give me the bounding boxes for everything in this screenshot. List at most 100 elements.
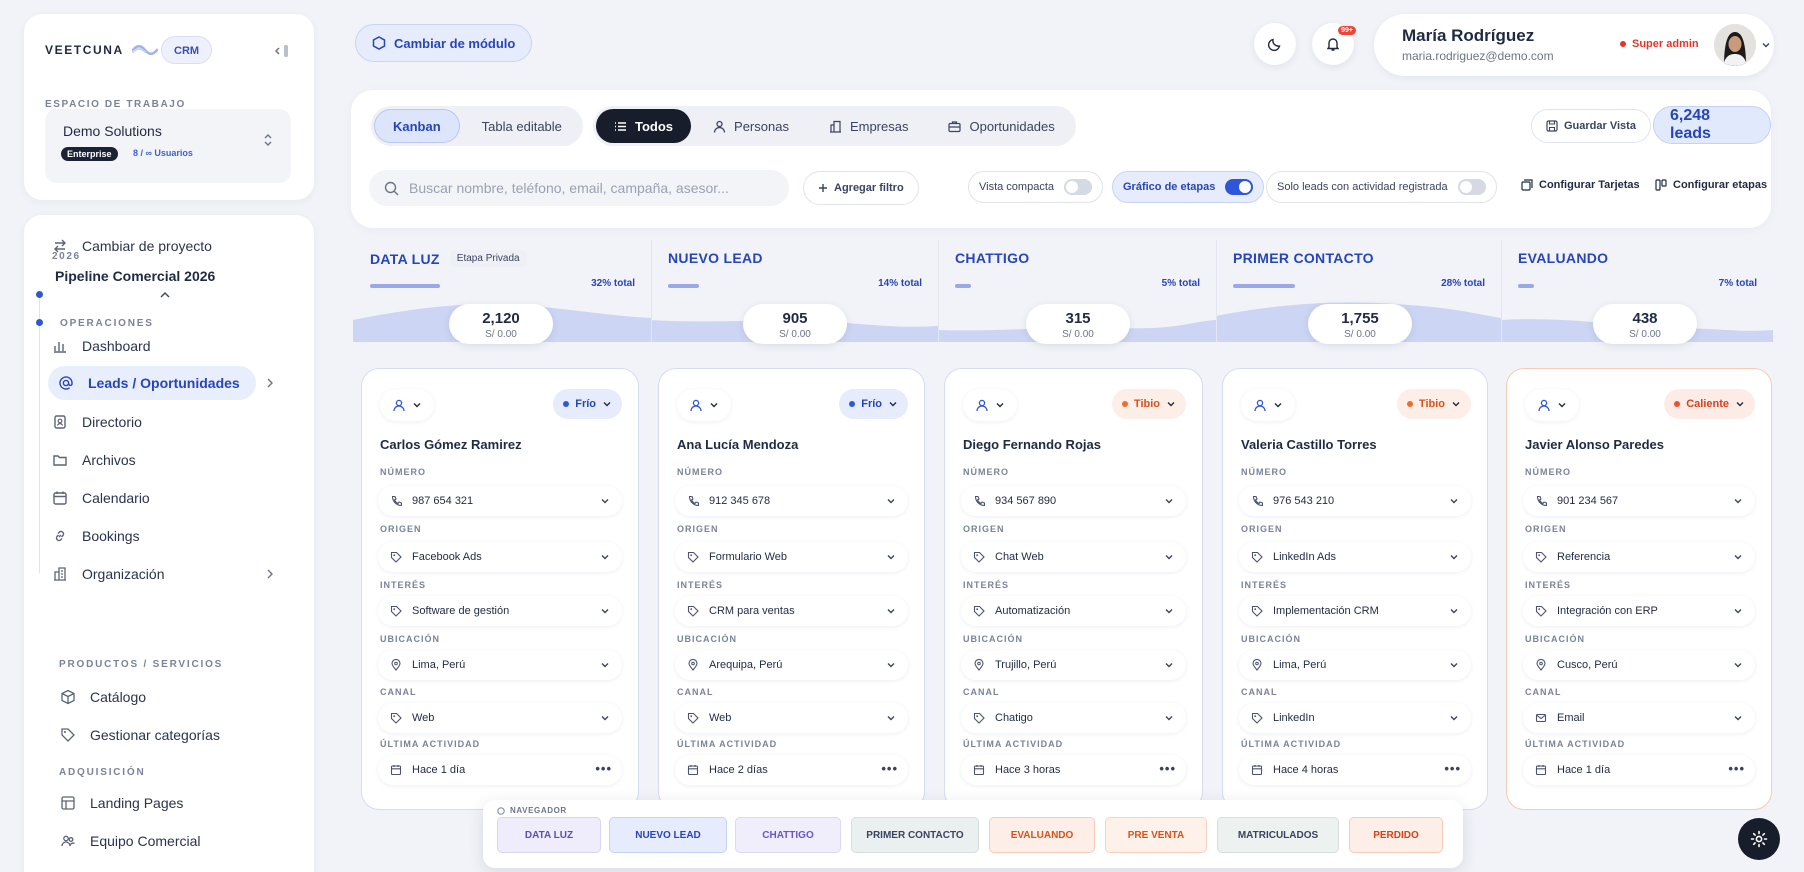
switch-off[interactable] (1457, 179, 1486, 195)
sidebar-item-leads[interactable]: Leads / Oportunidades (48, 366, 256, 400)
change-module-button[interactable]: Cambiar de módulo (355, 24, 533, 62)
field-numero[interactable]: 934 567 890 (961, 486, 1186, 516)
toggle-grafico-etapas[interactable]: Gráfico de etapas (1112, 171, 1265, 203)
sidebar-item-calendario[interactable]: Calendario (52, 481, 150, 515)
sidebar-item-landing-pages[interactable]: Landing Pages (60, 786, 183, 820)
temperature-badge[interactable]: Tibio (1111, 389, 1186, 419)
assignee-selector[interactable] (963, 389, 1017, 421)
theme-toggle-button[interactable] (1254, 23, 1296, 65)
navigator-chip[interactable]: PRIMER CONTACTO (851, 817, 979, 853)
switch-on[interactable] (1225, 179, 1254, 195)
lead-card[interactable]: Frío Ana Lucía Mendoza NÚMERO 912 345 678… (658, 368, 925, 810)
temperature-badge[interactable]: Frío (553, 389, 622, 419)
field-origen[interactable]: Formulario Web (675, 542, 908, 572)
field-ultima[interactable]: Hace 4 horas ••• (1239, 755, 1471, 785)
field-origen[interactable]: LinkedIn Ads (1239, 542, 1471, 572)
chevron-right-icon[interactable] (265, 377, 275, 389)
toggle-vista-compacta[interactable]: Vista compacta (968, 171, 1104, 203)
field-ultima[interactable]: Hace 1 día ••• (1523, 755, 1755, 785)
navigator-chip[interactable]: MATRICULADOS (1217, 817, 1339, 853)
lead-card[interactable]: Frío Carlos Gómez Ramirez NÚMERO 987 654 … (361, 368, 639, 810)
field-interes[interactable]: Implementación CRM (1239, 596, 1471, 626)
field-canal[interactable]: Web (378, 703, 622, 733)
temperature-badge[interactable]: Frío (839, 389, 908, 419)
filter-oportunidades[interactable]: Oportunidades (930, 109, 1072, 143)
field-origen[interactable]: Facebook Ads (378, 542, 622, 572)
navigator-chip[interactable]: PERDIDO (1349, 817, 1443, 853)
field-origen[interactable]: Referencia (1523, 542, 1755, 572)
sidebar-item-equipo-comercial[interactable]: Equipo Comercial (60, 824, 201, 858)
field-numero[interactable]: 976 543 210 (1239, 486, 1471, 516)
switch-off[interactable] (1064, 179, 1093, 195)
stage-column-header[interactable]: PRIMER CONTACTO 28% total 1,755 S/ 0.00 (1216, 240, 1501, 344)
field-canal[interactable]: Email (1523, 703, 1755, 733)
workspace-selector[interactable]: Demo Solutions Enterprise 8 / ∞ Usuarios (45, 109, 291, 183)
assignee-selector[interactable] (1525, 389, 1579, 421)
sidebar-item-directorio[interactable]: Directorio (52, 405, 142, 439)
add-filter-button[interactable]: Agregar filtro (803, 171, 919, 205)
settings-button[interactable] (1738, 818, 1780, 860)
field-canal[interactable]: Web (675, 703, 908, 733)
navigator-chip[interactable]: PRE VENTA (1105, 817, 1207, 853)
field-ultima[interactable]: Hace 2 días ••• (675, 755, 908, 785)
search-input[interactable] (369, 170, 789, 206)
avatar[interactable] (1714, 24, 1756, 66)
filter-todos[interactable]: Todos (596, 109, 692, 143)
more-options-icon[interactable]: ••• (1728, 762, 1745, 775)
user-menu[interactable]: María Rodríguez maria.rodriguez@demo.com… (1374, 14, 1774, 76)
chevron-right-icon[interactable] (265, 568, 275, 580)
sidebar-item-organizacion[interactable]: Organización (52, 557, 165, 591)
field-canal[interactable]: Chatigo (961, 703, 1186, 733)
sidebar-item-archivos[interactable]: Archivos (52, 443, 136, 477)
field-numero[interactable]: 912 345 678 (675, 486, 908, 516)
configure-stages-button[interactable]: Configurar etapas (1655, 179, 1767, 191)
tab-tabla-editable[interactable]: Tabla editable (464, 109, 580, 143)
more-options-icon[interactable]: ••• (595, 762, 612, 775)
field-interes[interactable]: Integración con ERP (1523, 596, 1755, 626)
stage-column-header[interactable]: NUEVO LEAD 14% total 905 S/ 0.00 (651, 240, 938, 344)
field-interes[interactable]: Software de gestión (378, 596, 622, 626)
lead-card[interactable]: Tibio Diego Fernando Rojas NÚMERO 934 567… (944, 368, 1203, 810)
sidebar-item-categorias[interactable]: Gestionar categorías (60, 718, 220, 752)
more-options-icon[interactable]: ••• (1444, 762, 1461, 775)
temperature-badge[interactable]: Tibio (1396, 389, 1471, 419)
more-options-icon[interactable]: ••• (1159, 762, 1176, 775)
chevron-up-icon[interactable] (159, 291, 171, 299)
stage-column-header[interactable]: CHATTIGO 5% total 315 S/ 0.00 (938, 240, 1216, 344)
field-ultima[interactable]: Hace 1 día ••• (378, 755, 622, 785)
field-interes[interactable]: CRM para ventas (675, 596, 908, 626)
lead-card[interactable]: Tibio Valeria Castillo Torres NÚMERO 976 … (1222, 368, 1488, 810)
lead-card[interactable]: Caliente Javier Alonso Paredes NÚMERO 901… (1506, 368, 1772, 810)
more-options-icon[interactable]: ••• (881, 762, 898, 775)
navigator-chip[interactable]: NUEVO LEAD (609, 817, 727, 853)
field-interes[interactable]: Automatización (961, 596, 1186, 626)
sidebar-item-bookings[interactable]: Bookings (52, 519, 140, 553)
assignee-selector[interactable] (1241, 389, 1295, 421)
navigator-chip[interactable]: DATA LUZ (497, 817, 601, 853)
temperature-badge[interactable]: Caliente (1664, 389, 1755, 419)
collapse-sidebar-icon[interactable] (272, 44, 292, 58)
assignee-selector[interactable] (677, 389, 731, 421)
sidebar-item-catalogo[interactable]: Catálogo (60, 680, 146, 714)
field-ultima[interactable]: Hace 3 horas ••• (961, 755, 1186, 785)
field-ubicacion[interactable]: Arequipa, Perú (675, 650, 908, 680)
notifications-button[interactable]: 99+ (1312, 23, 1356, 65)
filter-empresas[interactable]: Empresas (811, 109, 927, 143)
field-ubicacion[interactable]: Trujillo, Perú (961, 650, 1186, 680)
filter-personas[interactable]: Personas (695, 109, 807, 143)
navigator-chip[interactable]: CHATTIGO (735, 817, 841, 853)
field-numero[interactable]: 987 654 321 (378, 486, 622, 516)
field-origen[interactable]: Chat Web (961, 542, 1186, 572)
field-numero[interactable]: 901 234 567 (1523, 486, 1755, 516)
module-chip[interactable]: CRM (161, 36, 213, 64)
field-ubicacion[interactable]: Cusco, Perú (1523, 650, 1755, 680)
configure-cards-button[interactable]: Configurar Tarjetas (1521, 179, 1640, 191)
field-ubicacion[interactable]: Lima, Perú (378, 650, 622, 680)
sidebar-item-dashboard[interactable]: Dashboard (52, 329, 151, 363)
project-name[interactable]: Pipeline Comercial 2026 (55, 268, 215, 284)
toggle-solo-actividad[interactable]: Solo leads con actividad registrada (1266, 171, 1497, 203)
tab-kanban[interactable]: Kanban (374, 109, 460, 143)
assignee-selector[interactable] (380, 389, 434, 421)
save-view-button[interactable]: Guardar Vista (1531, 109, 1651, 143)
navigator-chip[interactable]: EVALUANDO (989, 817, 1095, 853)
